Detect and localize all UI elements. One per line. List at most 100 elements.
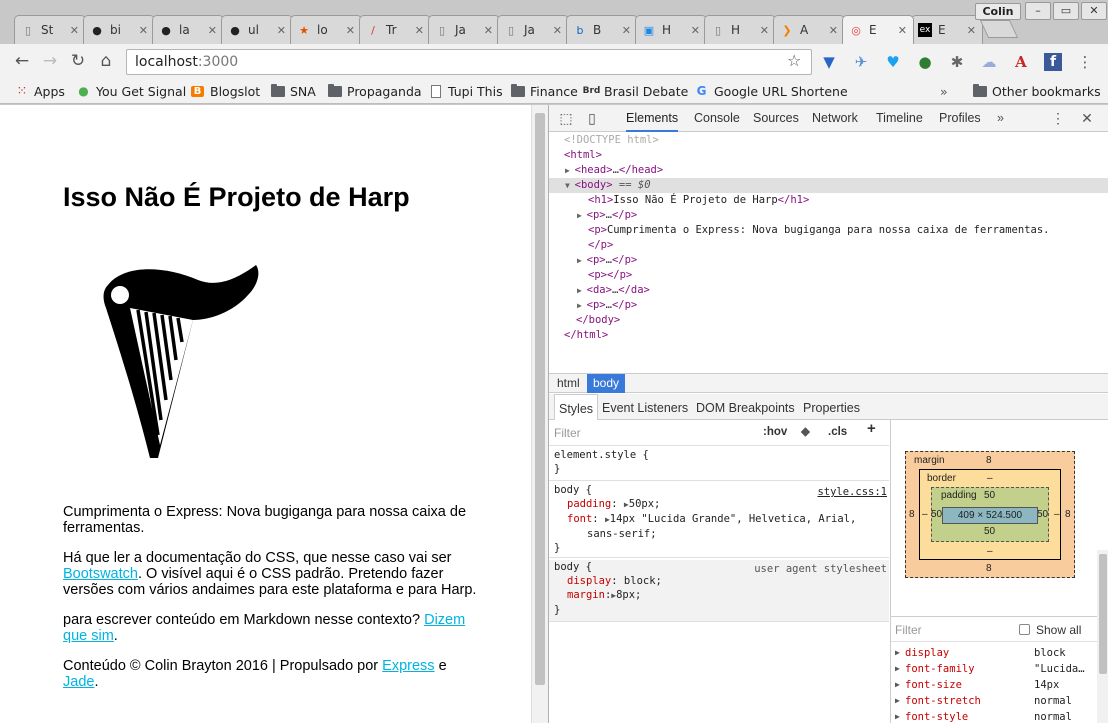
box-model-border[interactable]: border – – – – padding 50 50 50 50 409 ×… — [919, 469, 1061, 560]
tab-7[interactable]: ▯ Ja ✕ — [497, 15, 569, 44]
gear-extension-icon[interactable]: ✱ — [948, 53, 966, 71]
tab-6[interactable]: ▯ Ja ✕ — [428, 15, 500, 44]
tab-9[interactable]: ▣ H ✕ — [635, 15, 707, 44]
bootswatch-link[interactable]: Bootswatch — [63, 566, 138, 582]
bookmark-star-icon[interactable]: ☆ — [787, 51, 801, 70]
box-model-margin[interactable]: margin 8 8 8 8 border – – – – padding 50… — [905, 451, 1075, 578]
font-declaration[interactable]: font: ▶14px "Lucida Grande", Helvetica, … — [554, 512, 889, 527]
expand-triangle-icon[interactable]: ▶ — [895, 693, 900, 709]
page-scrollbar[interactable] — [531, 105, 548, 723]
breadcrumb-body[interactable]: body — [587, 374, 626, 393]
computed-row[interactable]: ▶ font-family "Lucida… — [891, 661, 1108, 677]
maximize-icon[interactable]: ▭ — [1053, 2, 1079, 20]
tab-close-icon[interactable]: ✕ — [484, 24, 493, 37]
body-node[interactable]: ▼ <body> == $0 — [549, 178, 1108, 193]
bookmark-item[interactable]: B Blogslot — [190, 81, 260, 101]
style-source-link[interactable]: style.css:1 — [817, 485, 887, 499]
margin-declaration[interactable]: margin:▶8px; — [554, 588, 889, 603]
styles-filter-input[interactable]: Filter — [554, 426, 581, 440]
back-arrow-icon[interactable]: ← — [11, 50, 33, 72]
user-agent-rule[interactable]: body { user agent stylesheet display: bl… — [549, 560, 889, 622]
bookmark-item[interactable]: G Google URL Shortene — [694, 81, 848, 101]
bookmark-item[interactable]: ⁙ Apps — [14, 81, 65, 101]
bookmark-item[interactable]: ● You Get Signal — [76, 81, 186, 101]
new-rule-icon[interactable]: + — [867, 421, 876, 436]
bookmark-item[interactable]: Finance — [510, 81, 578, 101]
tab-close-icon[interactable]: ✕ — [829, 24, 838, 37]
bookmark-item[interactable]: Brd Brasil Debate — [583, 81, 689, 101]
tab-sources[interactable]: Sources — [753, 105, 799, 132]
cloud-extension-icon[interactable]: ☁ — [980, 53, 998, 71]
tab-close-icon[interactable]: ✕ — [967, 24, 976, 37]
tab-8[interactable]: b B ✕ — [566, 15, 638, 44]
tab-dom-breakpoints[interactable]: DOM Breakpoints — [696, 394, 795, 420]
breadcrumb-html[interactable]: html — [551, 374, 586, 393]
html-node[interactable]: <html> — [564, 148, 602, 163]
bird-extension-icon[interactable]: ✈ — [852, 53, 870, 71]
tab-close-icon[interactable]: ✕ — [622, 24, 631, 37]
tab-2[interactable]: ● la ✕ — [152, 15, 224, 44]
facebook-extension-icon[interactable]: f — [1044, 53, 1062, 71]
da-node[interactable]: ▶ <da>…</da> — [577, 283, 650, 298]
tab-elements[interactable]: Elements — [626, 105, 679, 132]
p-node[interactable]: <p></p> — [588, 268, 632, 283]
computed-row[interactable]: ▶ font-stretch normal — [891, 693, 1108, 709]
dom-tree[interactable]: <!DOCTYPE html> <html> ▶ <head>…</head> … — [549, 133, 1108, 373]
shield-extension-icon[interactable]: ▼ — [820, 53, 838, 71]
p-node[interactable]: ▶ <p>…</p> — [577, 253, 637, 268]
profile-button[interactable]: Colin — [975, 3, 1021, 20]
close-window-icon[interactable]: ✕ — [1081, 2, 1107, 20]
tab-3[interactable]: ● ul ✕ — [221, 15, 293, 44]
cls-button[interactable]: .cls — [828, 425, 847, 439]
expand-triangle-icon[interactable]: ▶ — [895, 709, 900, 723]
tab-close-icon[interactable]: ✕ — [139, 24, 148, 37]
expand-triangle-icon[interactable]: ▶ — [895, 661, 900, 677]
styles-scrollbar-thumb[interactable] — [1099, 554, 1107, 674]
menu-icon[interactable]: ⋮ — [1076, 53, 1094, 71]
tab-close-icon[interactable]: ✕ — [760, 24, 769, 37]
close-devtools-icon[interactable]: ✕ — [1078, 109, 1096, 127]
head-node[interactable]: ▶ <head>…</head> — [565, 163, 663, 178]
p-close-node[interactable]: </p> — [588, 238, 613, 253]
twitter-extension-icon[interactable]: ♥ — [884, 53, 902, 71]
bookmarks-overflow-icon[interactable]: » — [940, 81, 948, 101]
bookmark-item[interactable]: SNA — [270, 81, 316, 101]
show-all-checkbox[interactable] — [1019, 624, 1030, 635]
tab-close-icon[interactable]: ✕ — [415, 24, 424, 37]
jade-link[interactable]: Jade — [63, 674, 94, 690]
tab-close-icon[interactable]: ✕ — [346, 24, 355, 37]
download-extension-icon[interactable]: ● — [916, 53, 934, 71]
tab-event-listeners[interactable]: Event Listeners — [602, 394, 688, 420]
forward-arrow-icon[interactable]: → — [39, 50, 61, 72]
tab-profiles[interactable]: Profiles — [939, 105, 981, 132]
expand-triangle-icon[interactable]: ▶ — [895, 645, 900, 661]
address-bar[interactable]: localhost:3000 — [126, 49, 812, 75]
tab-network[interactable]: Network — [812, 105, 858, 132]
express-link[interactable]: Express — [382, 658, 434, 674]
more-tabs-icon[interactable]: » — [997, 105, 1004, 132]
home-icon[interactable]: ⌂ — [95, 50, 117, 72]
expand-triangle-icon[interactable]: ▶ — [895, 677, 900, 693]
computed-filter-input[interactable]: Filter — [895, 623, 922, 637]
new-tab-button[interactable] — [979, 20, 1019, 38]
tab-styles[interactable]: Styles — [554, 394, 599, 420]
bookmark-item[interactable]: Tupi This — [428, 81, 503, 101]
tab-10[interactable]: ▯ H ✕ — [704, 15, 776, 44]
tab-close-icon[interactable]: ✕ — [553, 24, 562, 37]
computed-row[interactable]: ▶ display block — [891, 645, 1108, 661]
styles-scrollbar[interactable] — [1097, 550, 1108, 723]
tab-timeline[interactable]: Timeline — [876, 105, 923, 132]
box-model-content[interactable]: 409 × 524.500 — [942, 507, 1038, 524]
hov-button[interactable]: :hov — [763, 425, 787, 439]
h1-node[interactable]: <h1>Isso Não É Projeto de Harp</h1> — [588, 193, 809, 208]
computed-row[interactable]: ▶ font-style normal — [891, 709, 1108, 723]
color-format-icon[interactable]: ◆ — [801, 425, 810, 439]
devtools-menu-icon[interactable]: ⋮ — [1049, 109, 1067, 127]
box-model-padding[interactable]: padding 50 50 50 50 409 × 524.500 — [931, 487, 1049, 542]
computed-row[interactable]: ▶ font-size 14px — [891, 677, 1108, 693]
page-scrollbar-thumb[interactable] — [535, 113, 545, 685]
bookmark-item[interactable]: Propaganda — [327, 81, 422, 101]
p-node[interactable]: <p>Cumprimenta o Express: Nova bugiganga… — [588, 223, 1049, 238]
body-close-node[interactable]: </body> — [576, 313, 620, 328]
reload-icon[interactable]: ↻ — [67, 50, 89, 72]
